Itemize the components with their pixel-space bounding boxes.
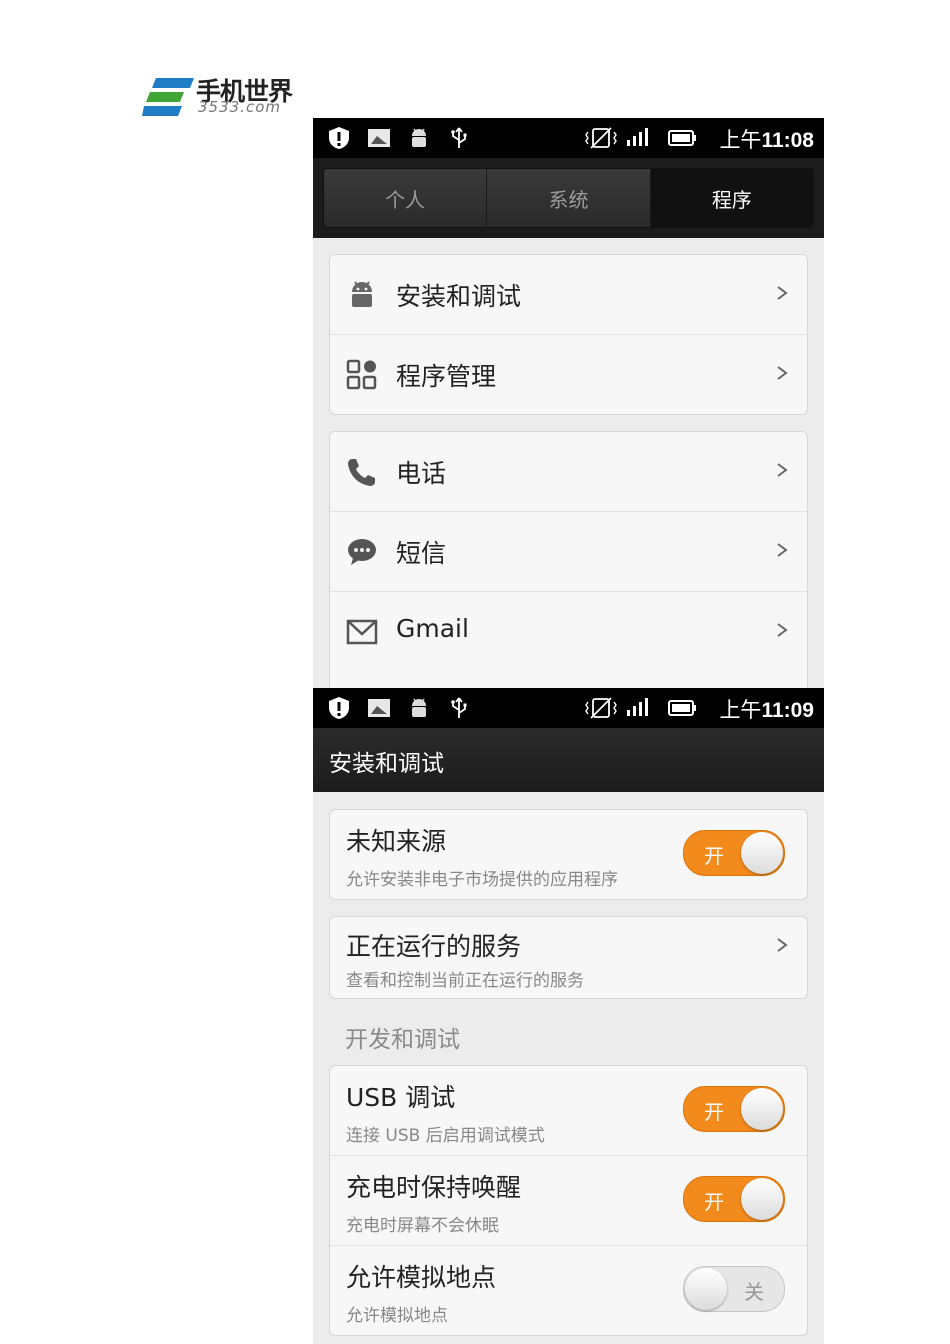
setting-summary: 允许安装非电子市场提供的应用程序	[346, 870, 618, 890]
setting-usb-debugging[interactable]: USB 调试 连接 USB 后启用调试模式 开	[330, 1066, 807, 1156]
setting-title: 允许模拟地点	[346, 1263, 497, 1292]
settings-group-apps: 安装和调试 程序管理	[329, 254, 808, 415]
toggle-label: 开	[704, 1100, 724, 1124]
setting-unknown-sources[interactable]: 未知来源 允许安装非电子市场提供的应用程序 开	[330, 810, 807, 899]
tab-personal[interactable]: 个人	[324, 169, 488, 227]
chevron-right-icon	[777, 623, 788, 637]
toggle-knob	[741, 832, 783, 874]
setting-summary: 允许模拟地点	[346, 1306, 448, 1326]
signal-icon	[627, 128, 648, 146]
phone-icon	[348, 459, 375, 486]
tab-bar: 个人 系统 程序	[313, 158, 824, 238]
page-title: 安装和调试	[329, 751, 444, 777]
settings-item-label: 短信	[396, 539, 447, 568]
dev-debug-card: USB 调试 连接 USB 后启用调试模式 开 充电时保持唤醒 充电时屏幕不会休…	[329, 1065, 808, 1336]
title-bar: 安装和调试	[313, 728, 824, 792]
install-debug-screen: 上午11:09 安装和调试 未知来源 允许安装非电子市场提供的应用程序 开 正在…	[313, 688, 824, 1344]
toggle-label: 关	[744, 1280, 764, 1304]
usb-debugging-toggle[interactable]: 开	[683, 1086, 785, 1132]
setting-running-services[interactable]: 正在运行的服务 查看和控制当前正在运行的服务	[330, 917, 807, 998]
android-icon	[352, 281, 372, 307]
setting-summary: 连接 USB 后启用调试模式	[346, 1126, 545, 1146]
setting-title: USB 调试	[346, 1083, 456, 1112]
chevron-right-icon	[777, 286, 788, 300]
settings-apps-screen: 上午11:08 个人 系统 程序 安装和调试 程序管理 电话 短信 Gmail	[313, 118, 824, 688]
logo-subtext: 3533.com	[198, 98, 281, 116]
setting-mock-locations[interactable]: 允许模拟地点 允许模拟地点 关	[330, 1246, 807, 1335]
shield-icon	[329, 127, 349, 149]
settings-item-app-manager[interactable]: 程序管理	[330, 335, 807, 414]
toggle-label: 开	[704, 1190, 724, 1214]
apps-grid-icon	[346, 359, 377, 390]
settings-item-gmail[interactable]: Gmail	[330, 592, 807, 671]
status-time: 上午11:08	[719, 129, 814, 152]
unknown-sources-toggle[interactable]: 开	[683, 830, 785, 876]
chevron-right-icon	[777, 938, 788, 952]
settings-item-phone[interactable]: 电话	[330, 432, 807, 512]
battery-icon	[668, 700, 696, 716]
tab-apps[interactable]: 程序	[650, 169, 813, 227]
toggle-knob	[741, 1178, 783, 1220]
shield-icon	[329, 697, 349, 719]
message-icon	[348, 539, 376, 565]
status-bar: 上午11:08	[313, 118, 824, 158]
logo-mark-icon	[142, 78, 194, 116]
chevron-right-icon	[777, 543, 788, 557]
toggle-knob	[741, 1088, 783, 1130]
setting-title: 正在运行的服务	[346, 932, 522, 961]
setting-stay-awake[interactable]: 充电时保持唤醒 充电时屏幕不会休眠 开	[330, 1156, 807, 1246]
section-header: 开发和调试	[345, 1027, 460, 1053]
stay-awake-toggle[interactable]: 开	[683, 1176, 785, 1222]
signal-icon	[627, 698, 648, 716]
toggle-knob	[685, 1268, 727, 1310]
status-bar: 上午11:09	[313, 688, 824, 728]
android-icon	[412, 698, 426, 717]
running-services-card: 正在运行的服务 查看和控制当前正在运行的服务	[329, 916, 808, 999]
usb-icon	[451, 127, 467, 148]
settings-item-sms[interactable]: 短信	[330, 512, 807, 592]
unknown-sources-card: 未知来源 允许安装非电子市场提供的应用程序 开	[329, 809, 808, 900]
android-icon	[412, 128, 426, 147]
mail-icon	[346, 619, 378, 645]
settings-item-label: 安装和调试	[396, 282, 522, 311]
settings-item-label: 电话	[396, 459, 447, 488]
usb-icon	[451, 697, 467, 718]
site-logo: 手机世界 3533.com	[140, 70, 310, 122]
image-icon	[368, 129, 390, 147]
setting-title: 未知来源	[346, 827, 447, 856]
tab-system[interactable]: 系统	[487, 169, 651, 227]
toggle-label: 开	[704, 844, 724, 868]
vibrate-icon	[585, 127, 617, 149]
settings-item-label: 程序管理	[396, 362, 497, 391]
setting-title: 充电时保持唤醒	[346, 1173, 522, 1202]
status-time: 上午11:09	[719, 699, 814, 722]
settings-item-install-debug[interactable]: 安装和调试	[330, 255, 807, 335]
settings-group-communication: 电话 短信 Gmail	[329, 431, 808, 688]
setting-summary: 充电时屏幕不会休眠	[346, 1216, 499, 1236]
vibrate-icon	[585, 697, 617, 719]
chevron-right-icon	[777, 463, 788, 477]
mock-locations-toggle[interactable]: 关	[683, 1266, 785, 1312]
battery-icon	[668, 130, 696, 146]
chevron-right-icon	[777, 366, 788, 380]
settings-item-label: Gmail	[396, 614, 469, 643]
image-icon	[368, 699, 390, 717]
setting-summary: 查看和控制当前正在运行的服务	[346, 971, 584, 991]
